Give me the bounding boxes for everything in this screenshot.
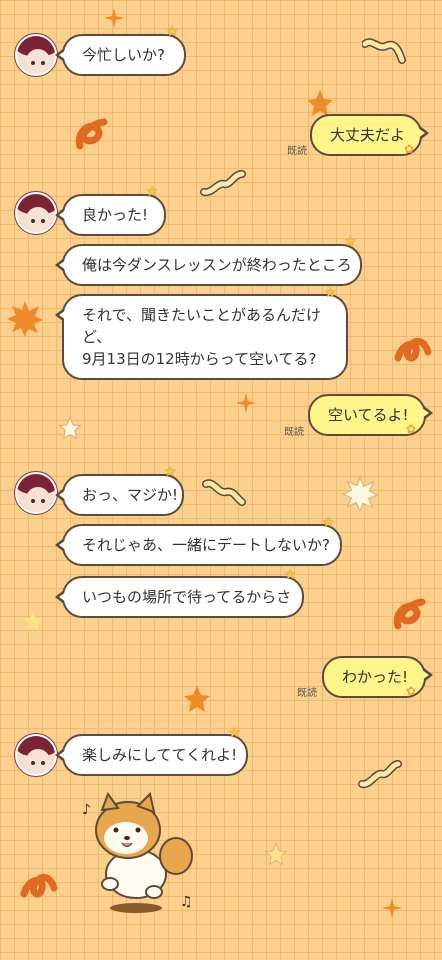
star-icon: [58, 416, 82, 440]
star-icon: ★: [228, 725, 241, 741]
star-icon: ★: [324, 285, 337, 301]
message-text: おっ、マジか!: [82, 486, 179, 504]
sparkle-icon: [382, 898, 402, 918]
squiggle-icon: [202, 479, 246, 506]
svg-text:♫: ♫: [180, 894, 193, 910]
avatar[interactable]: [15, 472, 57, 514]
star-icon: ★: [284, 567, 297, 583]
burst-icon: [7, 301, 43, 337]
squiggle-icon: [200, 170, 246, 197]
dancing-dog-sticker[interactable]: ♪ ♫: [80, 788, 204, 916]
message-bubble: それで、聞きたいことがあるんだけど、 9月13日の12時からって空いてる?: [55, 294, 348, 380]
message-text-line: それで、聞きたいことがあるんだけど、: [82, 306, 321, 346]
star-icon: [184, 686, 210, 712]
star-icon: ★: [164, 464, 177, 480]
avatar[interactable]: [15, 34, 57, 76]
message-bubble: それじゃあ、一緒にデートしないか?: [55, 524, 342, 566]
message-bubble: 今忙しいか?: [55, 34, 186, 76]
squiggle-icon: [362, 38, 406, 64]
star-icon: ★: [166, 24, 179, 40]
avatar[interactable]: [15, 734, 57, 776]
sparkle-icon: [104, 8, 124, 28]
read-receipt: 既読: [297, 688, 317, 699]
message-bubble: 楽しみにしててくれよ!: [55, 734, 248, 776]
squiggle-icon: [75, 118, 108, 150]
star-icon: [264, 842, 288, 866]
flower-icon: ✿: [406, 422, 417, 436]
message-text-line: 9月13日の12時からって空いてる?: [82, 350, 317, 368]
star-icon: ★: [146, 184, 159, 200]
flower-icon: ✿: [406, 684, 417, 698]
sparkle-icon: [236, 393, 256, 413]
read-receipt: 既読: [284, 427, 304, 438]
svg-text:♪: ♪: [82, 802, 91, 818]
message-text: 今忙しいか?: [82, 46, 165, 64]
message-text: わかった!: [342, 668, 409, 686]
message-bubble: 良かった!: [55, 194, 166, 236]
message-text: 空いてるよ!: [328, 406, 409, 424]
message-text: いつもの場所で待ってるからさ: [82, 588, 292, 606]
message-bubble: 俺は今ダンスレッスンが終わったところ: [55, 244, 362, 286]
message-text: 俺は今ダンスレッスンが終わったところ: [82, 256, 352, 274]
star-icon: ★: [322, 515, 335, 531]
squiggle-icon: [394, 337, 432, 362]
message-text: 楽しみにしててくれよ!: [82, 746, 238, 764]
message-text: 良かった!: [82, 206, 149, 224]
read-receipt: 既読: [287, 146, 307, 157]
squiggle-icon: [20, 873, 58, 898]
star-icon: ★: [344, 234, 357, 250]
chat-screen: 今忙しいか? ★ 大丈夫だよ 既読 ✿ 良かった! ★ 俺は今ダンスレッスンが終…: [0, 0, 442, 960]
message-text: それじゃあ、一緒にデートしないか?: [82, 536, 330, 554]
message-bubble: いつもの場所で待ってるからさ: [55, 576, 304, 618]
burst-icon: [342, 476, 378, 512]
avatar[interactable]: [15, 192, 57, 234]
message-bubble: おっ、マジか!: [55, 474, 184, 516]
flower-icon: ✿: [404, 142, 415, 156]
star-icon: [23, 611, 43, 631]
squiggle-icon: [393, 598, 426, 630]
squiggle-icon: [358, 760, 402, 789]
message-text: 大丈夫だよ: [330, 126, 406, 144]
